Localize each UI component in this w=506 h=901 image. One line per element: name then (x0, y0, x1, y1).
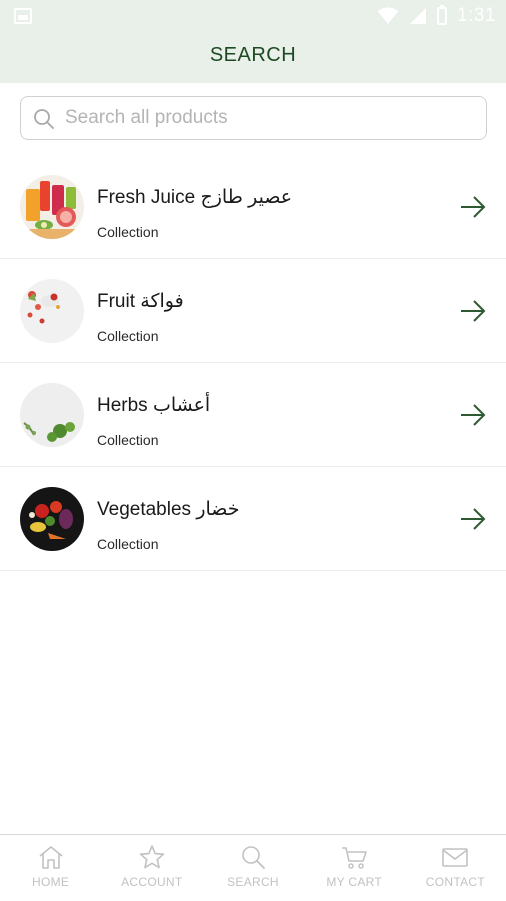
arrow-right-icon[interactable] (460, 299, 486, 323)
collection-title: Fresh Juice عصير طازج (97, 187, 293, 208)
collection-title: Herbs أعشاب (97, 395, 211, 416)
collection-title: Vegetables خضار (97, 499, 240, 520)
image-notification-icon (14, 8, 32, 24)
collection-type: Collection (97, 224, 159, 240)
search-icon (34, 109, 54, 129)
nav-home[interactable]: HOME (0, 835, 101, 901)
search-icon (242, 846, 265, 869)
nav-label: SEARCH (227, 875, 279, 889)
nav-contact[interactable]: CONTACT (405, 835, 506, 901)
arrow-right-icon[interactable] (460, 507, 486, 531)
nav-my-cart[interactable]: MY CART (304, 835, 405, 901)
search-input[interactable] (65, 97, 475, 139)
vegetables-thumbnail (20, 487, 84, 551)
star-icon (139, 845, 164, 869)
page-title: SEARCH (209, 44, 297, 66)
arrow-right-icon[interactable] (460, 195, 486, 219)
status-indicators: 1:31 (377, 5, 496, 27)
collection-item-fresh-juice[interactable]: Fresh Juice عصير طازج Collection (0, 155, 506, 259)
collection-type: Collection (97, 432, 159, 448)
herbs-thumbnail (20, 383, 84, 447)
arrow-right-icon[interactable] (460, 403, 486, 427)
nav-search[interactable]: SEARCH (202, 835, 303, 901)
bottom-navigation: HOME ACCOUNT SEARCH MY CART CONTACT (0, 834, 506, 901)
nav-label: CONTACT (425, 875, 486, 889)
nav-account[interactable]: ACCOUNT (101, 835, 202, 901)
collection-title: Fruit فواكة (97, 291, 184, 312)
collection-list: Fresh Juice عصير طازج Collection Fruit ف… (0, 155, 506, 571)
status-time: 1:31 (457, 5, 496, 26)
nav-label: ACCOUNT (121, 875, 183, 889)
nav-label: HOME (32, 875, 70, 889)
status-bar: 1:31 (0, 0, 506, 32)
home-icon (39, 846, 63, 869)
mail-icon (442, 848, 469, 867)
app-header: 1:31 SEARCH (0, 0, 506, 83)
collection-item-fruit[interactable]: Fruit فواكة Collection (0, 259, 506, 363)
wifi-icon (377, 7, 399, 24)
collection-type: Collection (97, 328, 159, 344)
fresh-juice-thumbnail (20, 175, 84, 239)
collection-item-vegetables[interactable]: Vegetables خضار Collection (0, 467, 506, 571)
fruit-thumbnail (20, 279, 84, 343)
nav-label: MY CART (326, 875, 383, 889)
cart-icon (342, 847, 368, 869)
collection-type: Collection (97, 536, 159, 552)
search-bar[interactable] (20, 96, 487, 140)
battery-icon (437, 5, 448, 25)
cellular-signal-icon (410, 8, 427, 24)
collection-item-herbs[interactable]: Herbs أعشاب Collection (0, 363, 506, 467)
